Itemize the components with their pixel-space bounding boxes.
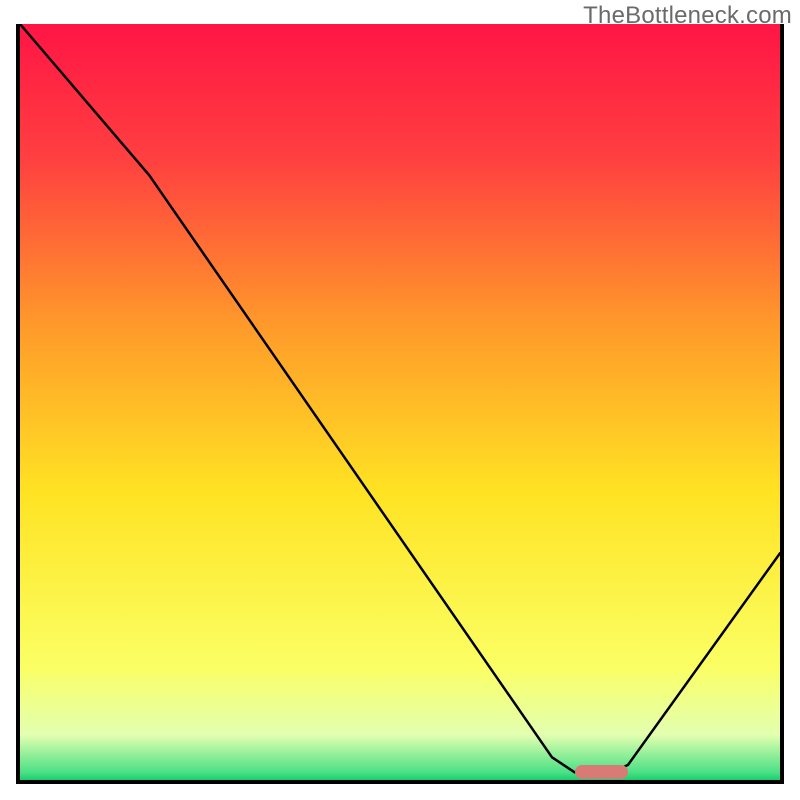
plot-svg xyxy=(20,24,780,780)
optimal-range-marker xyxy=(575,765,628,779)
chart-container: TheBottleneck.com xyxy=(0,0,800,800)
plot-background xyxy=(20,24,780,780)
plot-frame xyxy=(16,24,784,784)
